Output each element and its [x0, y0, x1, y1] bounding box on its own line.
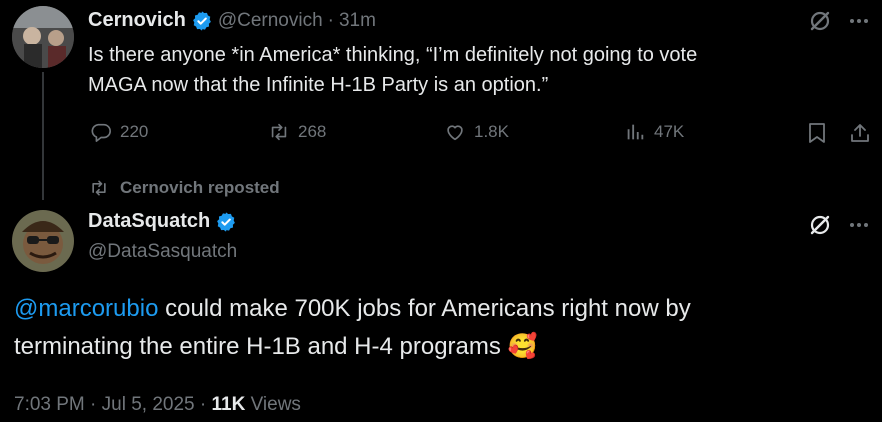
thread-line — [42, 72, 44, 200]
timestamp[interactable]: 7:03 PM · Jul 5, 2025 · — [14, 394, 212, 415]
avatar[interactable] — [12, 210, 74, 272]
reply-count: 220 — [120, 122, 149, 141]
tweet-text-fragment: terminating the entire H-1B and H-4 prog… — [14, 333, 508, 360]
repost-icon — [92, 180, 106, 196]
avatar[interactable] — [12, 6, 74, 68]
tweet-text-line: @marcorubio could make 700K jobs for Ame… — [14, 290, 874, 328]
tweet-meta: 7:03 PM · Jul 5, 2025 · 11K Views — [14, 394, 301, 416]
handle[interactable]: @Cernovich — [218, 10, 323, 32]
repost-note-text: Cernovich reposted — [120, 178, 280, 197]
share-icon[interactable] — [848, 121, 872, 145]
like-button[interactable]: 1.8K — [444, 121, 509, 143]
grok-icon[interactable] — [808, 9, 832, 33]
tweet-text-line: Is there anyone *in America* thinking, “… — [88, 44, 698, 66]
more-options-icon[interactable] — [848, 10, 870, 32]
repost-note[interactable]: Cernovich reposted — [88, 178, 280, 198]
repost-icon — [271, 123, 287, 141]
tweet-header: Cernovich @Cernovich · 31m — [88, 9, 376, 32]
smiling-face-with-hearts-icon: 🥰 — [507, 333, 538, 360]
more-options-icon[interactable] — [848, 214, 870, 236]
tweet-text: @marcorubio could make 700K jobs for Ame… — [14, 290, 874, 366]
handle[interactable]: @DataSasquatch — [88, 241, 237, 263]
time-ago[interactable]: 31m — [339, 10, 376, 32]
separator: · — [327, 9, 334, 31]
verified-badge-icon — [192, 10, 211, 31]
tweet-text: Is there anyone *in America* thinking, “… — [88, 40, 868, 100]
repost-button[interactable]: 268 — [268, 121, 326, 143]
like-count: 1.8K — [474, 122, 509, 141]
mention-link[interactable]: @marcorubio — [14, 295, 158, 322]
tweet-text-fragment: could make 700K jobs for Americans right… — [158, 295, 691, 322]
views-count: 47K — [654, 122, 685, 141]
view-count: 11K — [211, 394, 246, 415]
views-label: Views — [245, 394, 301, 415]
bookmark-icon[interactable] — [806, 121, 828, 145]
analytics-icon — [627, 124, 644, 140]
views-button[interactable]: 47K — [624, 121, 684, 143]
reply-icon — [91, 123, 111, 142]
tweet-text-line: MAGA now that the Infinite H-1B Party is… — [88, 74, 549, 96]
display-name[interactable]: Cernovich — [88, 9, 186, 32]
tweet-text-line: terminating the entire H-1B and H-4 prog… — [14, 328, 874, 366]
tweet-header: DataSquatch — [88, 210, 237, 233]
repost-count: 268 — [298, 122, 327, 141]
grok-icon[interactable] — [808, 213, 832, 237]
reply-button[interactable]: 220 — [90, 121, 148, 143]
display-name[interactable]: DataSquatch — [88, 210, 210, 233]
verified-badge-icon — [217, 211, 236, 232]
heart-icon — [447, 125, 463, 141]
